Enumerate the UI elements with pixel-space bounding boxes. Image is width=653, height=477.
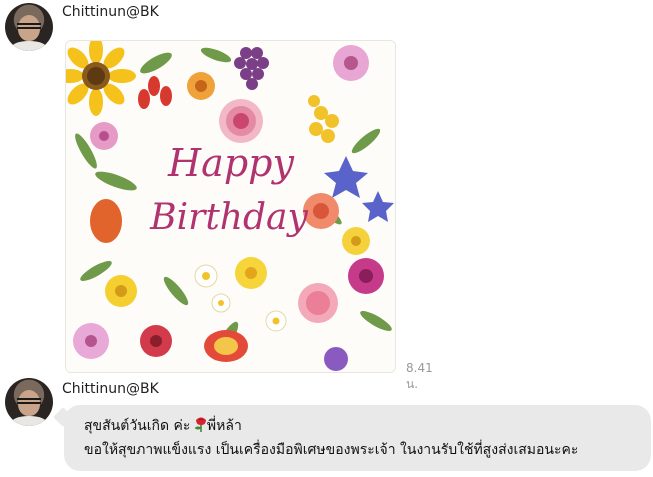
pink-flower-tr <box>333 45 369 81</box>
message-line-1: สุขสันต์วันเกิด ค่ะ พี่หล้า <box>84 415 637 439</box>
yellow-flower-left <box>105 275 137 307</box>
sender-name: Chittinun@BK <box>62 381 159 397</box>
pink-flower-bl <box>73 323 109 359</box>
magenta-orchid <box>348 258 384 294</box>
avatar-shirt <box>11 416 47 426</box>
yellow-flower-right <box>342 227 370 255</box>
pink-rose <box>219 99 263 143</box>
orange-flower <box>187 72 215 100</box>
message-timestamp: 8.41 น. <box>406 361 433 391</box>
birthday-card-image[interactable]: Happy Birthday <box>65 40 396 373</box>
avatar[interactable] <box>5 3 53 51</box>
pink-lily-left <box>90 122 118 150</box>
coral-flower <box>303 193 339 229</box>
red-protea-bottom <box>204 330 248 362</box>
floral-illustration: Happy Birthday <box>66 41 395 372</box>
message-line-2: ขอให้สุขภาพแข็งแรง เป็นเครื่องมือพิเศษขอ… <box>84 442 579 458</box>
avatar-shirt <box>11 41 47 51</box>
red-flower-bottom <box>140 325 172 357</box>
avatar-glasses <box>17 23 41 29</box>
avatar[interactable] <box>5 378 53 426</box>
message-bubble[interactable]: สุขสันต์วันเกิด ค่ะ พี่หล้า ขอให้สุขภาพแ… <box>64 405 651 471</box>
orange-protea <box>90 199 122 243</box>
pink-carnation <box>298 283 338 323</box>
message-recipient: พี่หล้า <box>206 418 242 434</box>
headline-birthday: Birthday <box>149 197 308 238</box>
purple-flower-bottom <box>324 347 348 371</box>
sender-name: Chittinun@BK <box>62 4 159 20</box>
headline-happy: Happy <box>167 141 294 185</box>
avatar-glasses <box>17 398 41 404</box>
message-greeting: สุขสันต์วันเกิด ค่ะ <box>84 418 195 434</box>
red-rose-icon <box>194 416 207 439</box>
yellow-sunburst <box>235 257 267 289</box>
